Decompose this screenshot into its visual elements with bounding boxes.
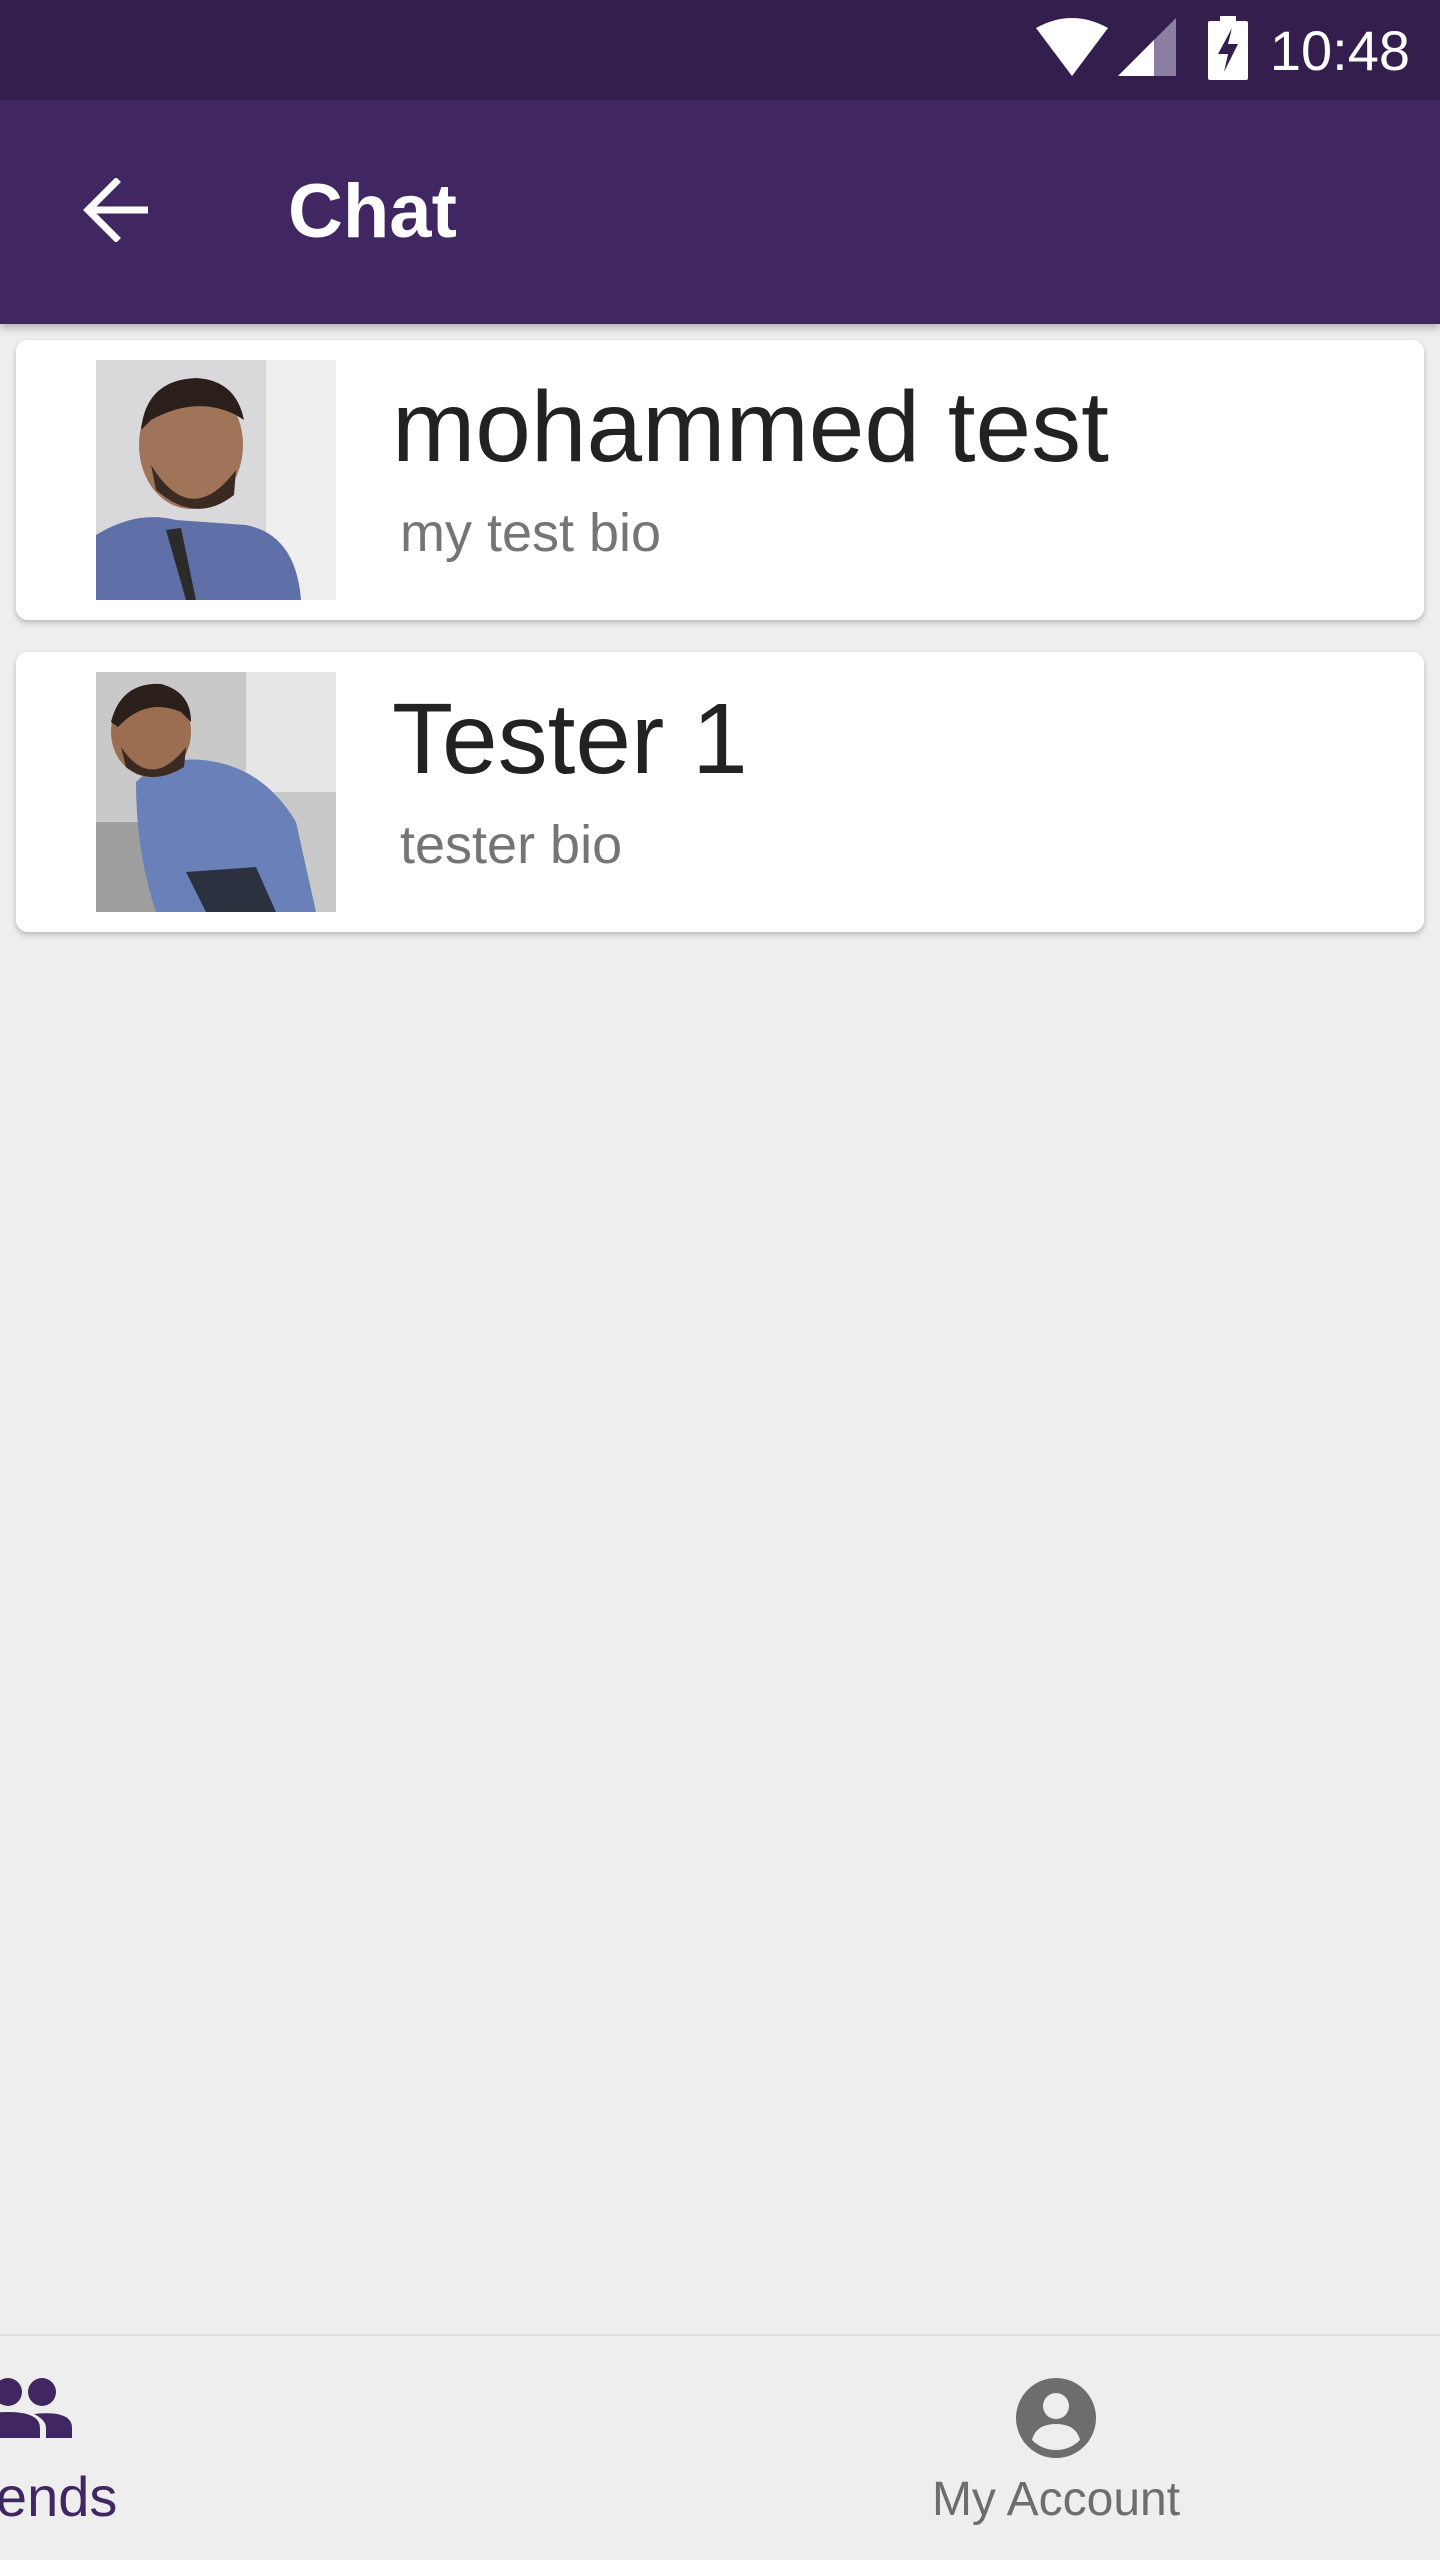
avatar	[96, 672, 336, 912]
avatar	[96, 360, 336, 600]
status-bar: 10:48	[0, 0, 1440, 100]
chat-screen: 10:48 Chat mohammed test my test bio Tes…	[0, 0, 1440, 2560]
status-icons: 10:48	[1035, 0, 1410, 100]
friend-card[interactable]: Tester 1 tester bio	[16, 652, 1424, 932]
toolbar-title: Chat	[288, 169, 457, 254]
bottom-navigation: Friends My Account	[0, 2334, 1440, 2560]
account-circle-icon	[696, 2376, 1416, 2460]
nav-label-my-account: My Account	[931, 2473, 1181, 2526]
status-time: 10:48	[1269, 18, 1410, 82]
app-toolbar: Chat	[0, 100, 1440, 324]
wifi-icon	[1035, 17, 1108, 83]
people-icon	[0, 2376, 384, 2440]
nav-item-my-account[interactable]: My Account	[696, 2336, 1416, 2560]
friend-name: mohammed test	[392, 371, 1109, 483]
cell-signal-icon	[1117, 17, 1178, 83]
nav-label-friends: Friends	[0, 2465, 118, 2528]
back-button[interactable]	[56, 152, 176, 272]
nav-item-friends[interactable]: Friends	[0, 2336, 384, 2560]
arrow-back-icon	[82, 176, 150, 247]
friend-card[interactable]: mohammed test my test bio	[16, 340, 1424, 620]
battery-charging-icon	[1207, 15, 1248, 85]
friend-name: Tester 1	[392, 683, 748, 795]
friend-bio: tester bio	[400, 815, 623, 875]
friend-bio: my test bio	[400, 503, 662, 563]
